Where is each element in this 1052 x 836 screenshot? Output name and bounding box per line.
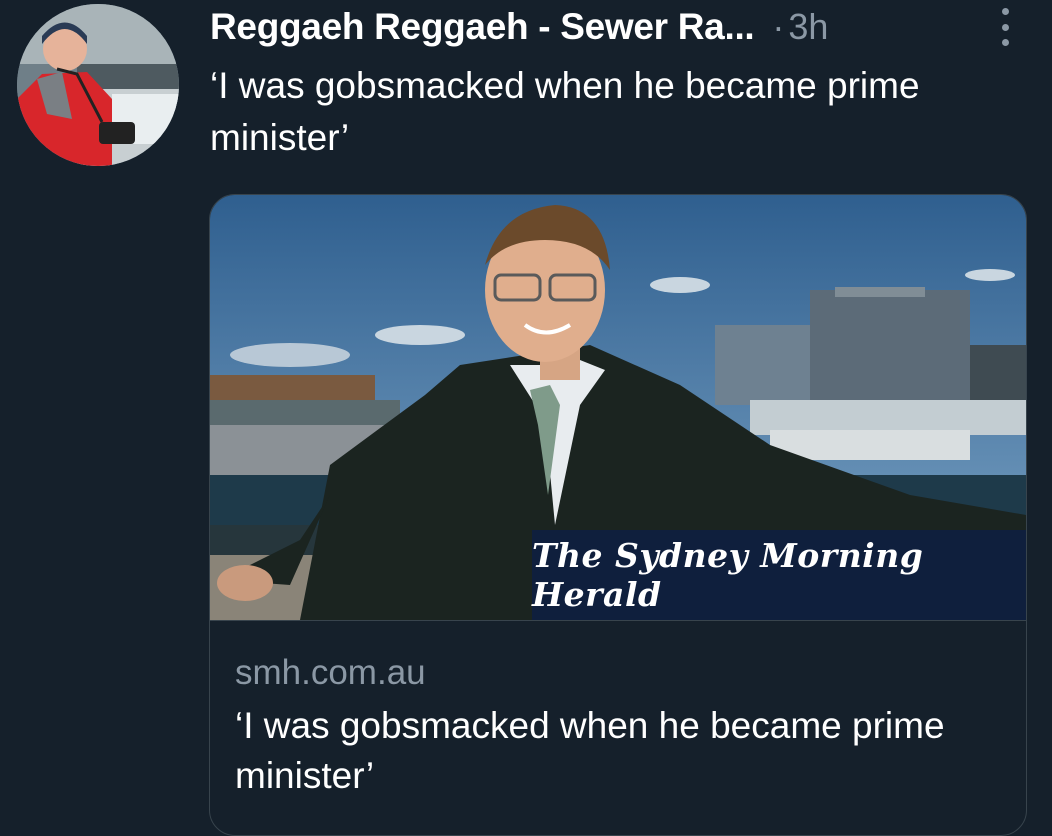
card-title[interactable]: ‘I was gobsmacked when he became prime m… xyxy=(235,701,1005,801)
avatar-photo-icon xyxy=(17,4,179,166)
link-preview-card[interactable]: The Sydney Morning Herald smh.com.au ‘I … xyxy=(209,194,1027,836)
author-avatar[interactable] xyxy=(17,4,179,166)
more-vertical-icon[interactable] xyxy=(998,8,1012,46)
author-display-name[interactable]: Reggaeh Reggaeh - Sewer Ra... xyxy=(210,6,755,48)
card-domain: smh.com.au xyxy=(235,653,426,692)
tweet-timestamp[interactable]: 3h xyxy=(788,6,828,48)
tweet-header: Reggaeh Reggaeh - Sewer Ra... · 3h xyxy=(210,2,1022,52)
card-divider xyxy=(210,620,1026,621)
tweet-text: ‘I was gobsmacked when he became prime m… xyxy=(210,65,920,158)
separator-dot: · xyxy=(772,6,785,47)
masthead-text: The Sydney Morning Herald xyxy=(532,536,924,614)
publication-masthead: The Sydney Morning Herald xyxy=(532,530,1026,620)
tweet[interactable]: Reggaeh Reggaeh - Sewer Ra... · 3h ‘I wa… xyxy=(0,0,1052,836)
card-image[interactable]: The Sydney Morning Herald xyxy=(210,195,1026,620)
